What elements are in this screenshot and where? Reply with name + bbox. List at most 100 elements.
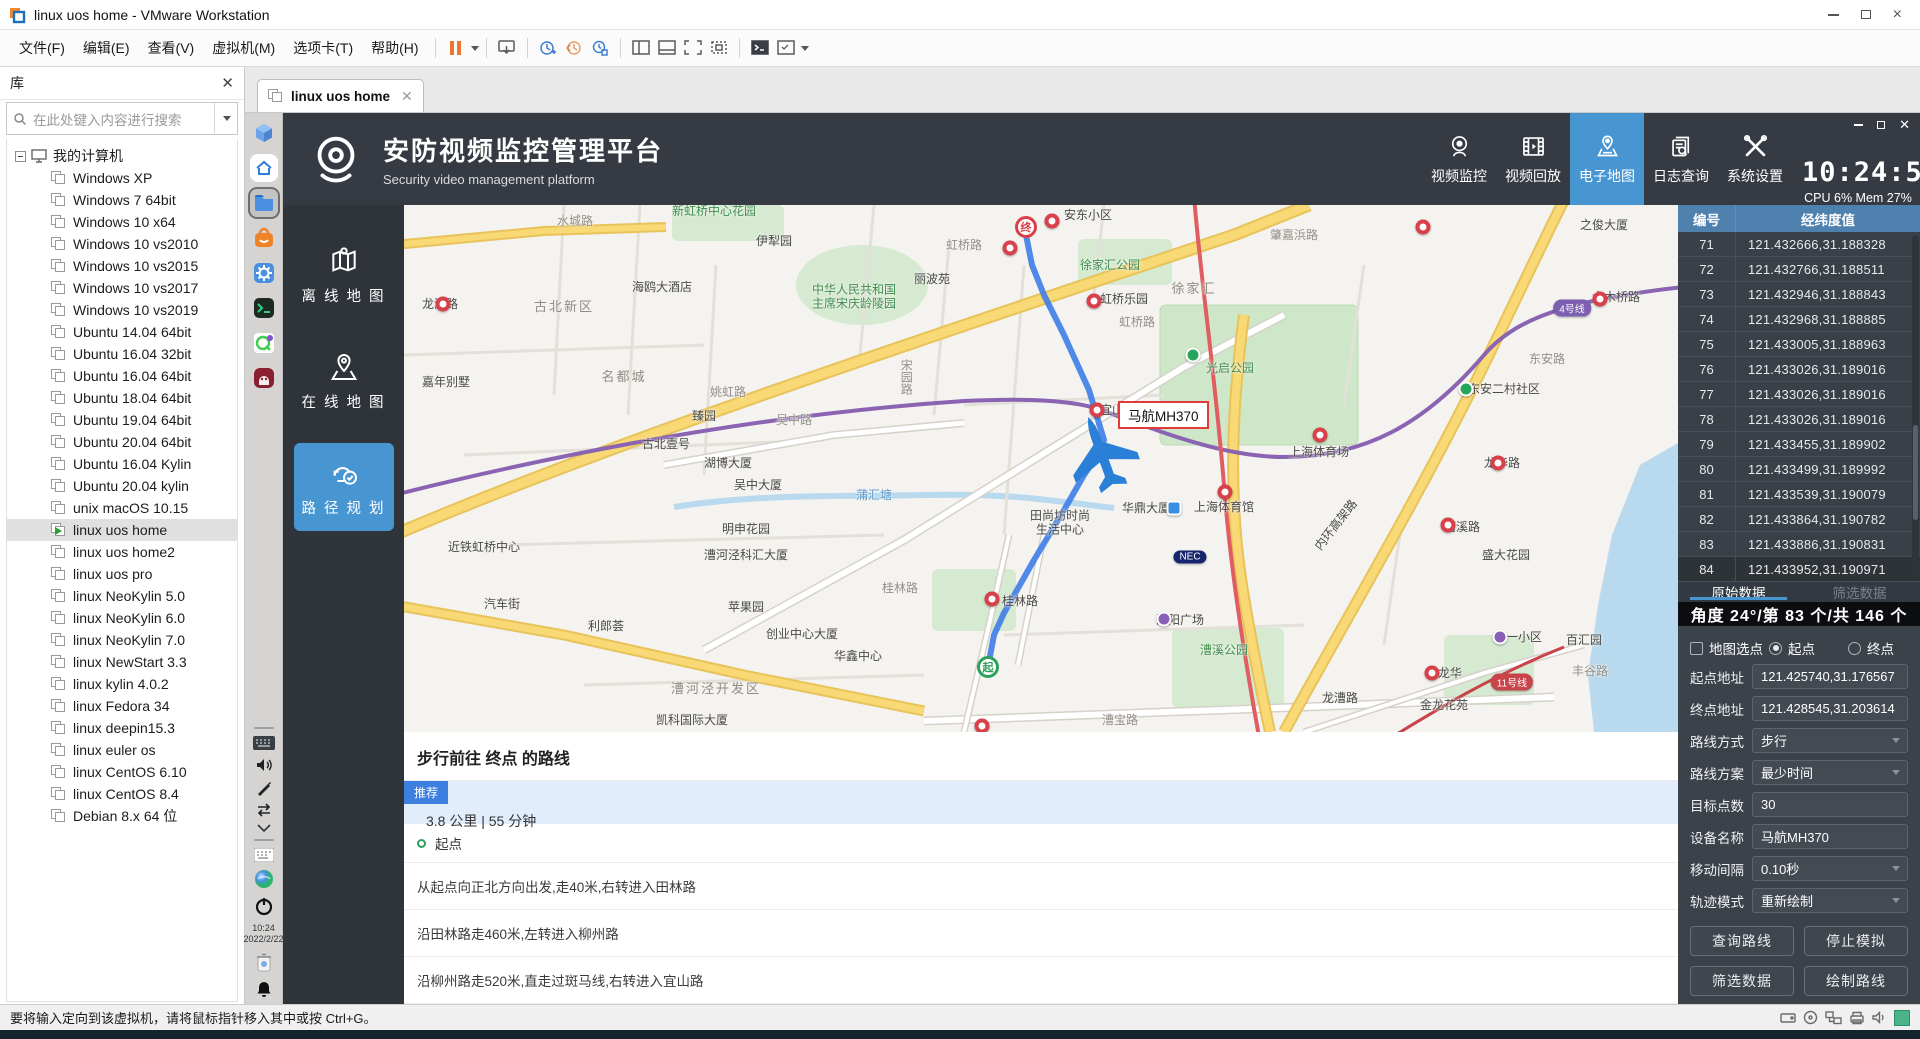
printer-icon[interactable] xyxy=(1849,1011,1865,1025)
app-store-icon[interactable] xyxy=(250,224,278,252)
route-start-row[interactable]: 起点 xyxy=(404,824,1678,863)
table-row[interactable]: 78 121.433026,31.189016 xyxy=(1678,407,1920,432)
table-row[interactable]: 77 121.433026,31.189016 xyxy=(1678,382,1920,407)
table-scrollbar[interactable] xyxy=(1912,235,1919,575)
input-method-icon[interactable] xyxy=(254,848,274,862)
vm-tree-item[interactable]: Windows 10 vs2017 xyxy=(7,277,237,299)
menu-item[interactable]: 选项卡(T) xyxy=(284,34,362,62)
home-icon[interactable] xyxy=(250,154,278,182)
nav-video-monitor[interactable]: 视频监控 xyxy=(1422,113,1496,205)
table-row[interactable]: 72 121.432766,31.188511 xyxy=(1678,257,1920,282)
power-dropdown-icon[interactable] xyxy=(471,46,479,51)
field-value[interactable]: 121.425740,31.176567 xyxy=(1752,664,1908,689)
network-icon[interactable] xyxy=(1825,1011,1842,1025)
vm-tree-item[interactable]: Ubuntu 19.04 64bit xyxy=(7,409,237,431)
qt-creator-icon[interactable] xyxy=(250,329,278,357)
route-step[interactable]: 沿柳州路走520米,直走过斑马线,右转进入宜山路 xyxy=(404,957,1678,1004)
route-step[interactable]: 沿田林路走460米,左转进入柳州路 xyxy=(404,910,1678,957)
data-tab[interactable]: 筛选数据 xyxy=(1799,582,1920,602)
field-value[interactable]: 马航MH370 xyxy=(1752,824,1908,849)
data-tab[interactable]: 原始数据 xyxy=(1678,582,1799,602)
vm-tree-item[interactable]: linux deepin15.3 xyxy=(7,717,237,739)
vm-tree-item[interactable]: Ubuntu 14.04 64bit xyxy=(7,321,237,343)
library-close-icon[interactable]: ✕ xyxy=(221,74,234,92)
field-value[interactable]: 30 xyxy=(1752,792,1908,817)
table-row[interactable]: 82 121.433864,31.190782 xyxy=(1678,507,1920,532)
map-canvas[interactable]: 水城路新虹桥中心花园虹桥路安东小区伊犁园丽波苑徐家汇公园肇嘉浜路之俊大厦海鸥大酒… xyxy=(404,205,1678,732)
vm-tree-item[interactable]: Windows 10 vs2015 xyxy=(7,255,237,277)
vm-tree-item[interactable]: Ubuntu 20.04 kylin xyxy=(7,475,237,497)
console-view-icon[interactable] xyxy=(747,36,773,60)
vm-tree-item[interactable]: unix macOS 10.15 xyxy=(7,497,237,519)
show-library-icon[interactable] xyxy=(628,36,654,60)
collapse-icon[interactable] xyxy=(15,151,26,162)
action-button[interactable]: 查询路线 xyxy=(1690,926,1794,956)
vm-tree-item[interactable]: linux uos home2 xyxy=(7,541,237,563)
vm-tree-item[interactable]: linux NeoKylin 6.0 xyxy=(7,607,237,629)
file-manager-icon[interactable] xyxy=(250,189,278,217)
table-row[interactable]: 76 121.433026,31.189016 xyxy=(1678,357,1920,382)
tab-close-icon[interactable]: ✕ xyxy=(401,88,413,105)
table-row[interactable]: 79 121.433455,31.189902 xyxy=(1678,432,1920,457)
launcher-icon[interactable] xyxy=(250,119,278,147)
search-dropdown-icon[interactable] xyxy=(214,103,231,134)
fullscreen-dropdown-icon[interactable] xyxy=(801,46,809,51)
vm-tree-item[interactable]: linux NewStart 3.3 xyxy=(7,651,237,673)
notification-bell-icon[interactable] xyxy=(255,980,273,998)
start-radio[interactable] xyxy=(1769,642,1782,655)
table-row[interactable]: 71 121.432666,31.188328 xyxy=(1678,232,1920,257)
maximize-button[interactable] xyxy=(1861,10,1871,19)
vm-tree-item[interactable]: Ubuntu 20.04 64bit xyxy=(7,431,237,453)
browser-sphere-icon[interactable] xyxy=(254,869,274,889)
field-value[interactable]: 121.428545,31.203614 xyxy=(1752,696,1908,721)
vm-tree-item[interactable]: Windows 7 64bit xyxy=(7,189,237,211)
sidebar-route-planning[interactable]: 路 径 规 划 xyxy=(294,443,394,531)
vm-tree-item[interactable]: linux CentOS 6.10 xyxy=(7,761,237,783)
nav-electronic-map[interactable]: 电子地图 xyxy=(1570,113,1644,205)
sidebar-online-map[interactable]: 在 线 地 图 xyxy=(294,337,394,425)
menu-item[interactable]: 虚拟机(M) xyxy=(203,34,284,62)
action-button[interactable]: 停止模拟 xyxy=(1804,926,1908,956)
vm-tree-item[interactable]: Ubuntu 16.04 Kylin xyxy=(7,453,237,475)
table-row[interactable]: 84 121.433952,31.190971 xyxy=(1678,557,1920,582)
vm-tree-item[interactable]: Ubuntu 16.04 64bit xyxy=(7,365,237,387)
nav-system-settings[interactable]: 系统设置 xyxy=(1718,113,1792,205)
vm-tree-item[interactable]: Windows XP xyxy=(7,167,237,189)
vm-tree-item[interactable]: linux CentOS 8.4 xyxy=(7,783,237,805)
hard-disk-icon[interactable] xyxy=(1780,1011,1796,1025)
route-summary-band[interactable]: 推荐 3.8 公里 | 55 分钟 xyxy=(404,781,1678,824)
vm-tree-item[interactable]: Windows 10 x64 xyxy=(7,211,237,233)
table-row[interactable]: 81 121.433539,31.190079 xyxy=(1678,482,1920,507)
action-button[interactable]: 绘制路线 xyxy=(1804,966,1908,996)
vm-tree-item[interactable]: linux uos pro xyxy=(7,563,237,585)
power-pause-button[interactable] xyxy=(443,36,469,60)
table-row[interactable]: 80 121.433499,31.189992 xyxy=(1678,457,1920,482)
field-value[interactable]: 重新绘制 xyxy=(1752,888,1908,913)
take-snapshot-icon[interactable] xyxy=(535,36,561,60)
table-row[interactable]: 74 121.432968,31.188885 xyxy=(1678,307,1920,332)
vm-tree-item[interactable]: Ubuntu 18.04 64bit xyxy=(7,387,237,409)
cd-icon[interactable] xyxy=(1803,1010,1818,1025)
manage-snapshots-icon[interactable] xyxy=(587,36,613,60)
dock-clock[interactable]: 10:24 2022/2/22 xyxy=(243,923,283,946)
table-row[interactable]: 75 121.433005,31.188963 xyxy=(1678,332,1920,357)
app-close-button[interactable]: ✕ xyxy=(1899,118,1910,131)
app-minimize-button[interactable] xyxy=(1854,124,1863,126)
network-transfer-icon[interactable] xyxy=(255,803,273,817)
library-search-input[interactable]: 在此处键入内容进行搜索 xyxy=(6,102,238,135)
nav-video-playback[interactable]: 视频回放 xyxy=(1496,113,1570,205)
volume-icon[interactable] xyxy=(255,757,273,773)
power-icon[interactable] xyxy=(254,896,274,916)
trash-icon[interactable] xyxy=(255,953,273,973)
menu-item[interactable]: 帮助(H) xyxy=(362,34,427,62)
vm-tree-item[interactable]: linux NeoKylin 7.0 xyxy=(7,629,237,651)
send-ctrl-alt-del-icon[interactable] xyxy=(494,36,520,60)
show-thumbnail-bar-icon[interactable] xyxy=(654,36,680,60)
keyboard-layout-icon[interactable] xyxy=(253,736,275,750)
terminal-icon[interactable] xyxy=(250,294,278,322)
route-step[interactable]: 从起点向正北方向出发,走40米,右转进入田林路 xyxy=(404,863,1678,910)
menu-item[interactable]: 文件(F) xyxy=(10,34,74,62)
field-value[interactable]: 步行 xyxy=(1752,728,1908,753)
pen-tablet-icon[interactable] xyxy=(256,780,272,796)
field-value[interactable]: 0.10秒 xyxy=(1752,856,1908,881)
